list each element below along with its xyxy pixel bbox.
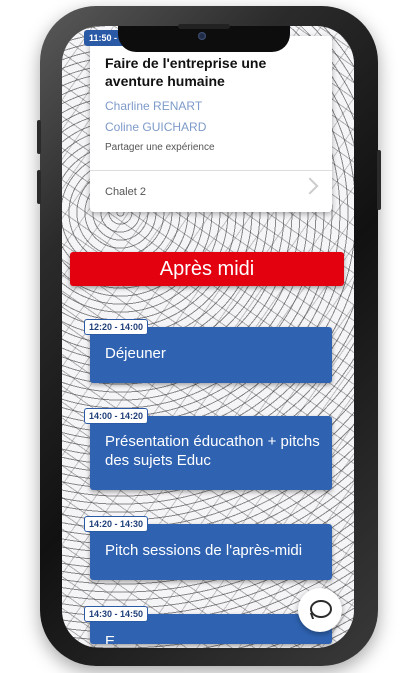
agenda-item-title: Présentation éducathon + pitchs des suje… — [105, 433, 320, 469]
time-tag: 12:20 - 14:00 — [84, 319, 149, 335]
agenda-item-title: Pitch sessions de l'après-midi — [105, 542, 303, 559]
agenda-item[interactable]: Pitch sessions de l'après-midi — [90, 524, 332, 580]
session-type: Partager une expérience — [105, 142, 215, 153]
camera-icon — [198, 32, 206, 40]
agenda-item[interactable]: Déjeuner — [90, 327, 332, 383]
time-tag: 14:00 - 14:20 — [84, 408, 149, 424]
time-tag: 14:20 - 14:30 — [84, 516, 149, 532]
phone-notch — [118, 24, 290, 52]
speaker-name[interactable]: Coline GUICHARD — [105, 120, 206, 134]
session-card[interactable]: Faire de l'entreprise une aventure humai… — [90, 36, 332, 212]
agenda-item-title: Déjeuner — [105, 345, 166, 362]
chat-bubble-tail — [309, 613, 321, 619]
time-tag: 14:30 - 14:50 — [84, 606, 149, 622]
session-room: Chalet 2 — [105, 186, 146, 198]
session-title: Faire de l'entreprise une aventure humai… — [105, 55, 267, 89]
phone-power-button — [377, 150, 381, 210]
card-divider — [90, 170, 332, 171]
earpiece — [178, 24, 230, 29]
phone-side-button — [37, 170, 41, 204]
speaker-name[interactable]: Charline RENART — [105, 99, 202, 113]
agenda-item[interactable]: Présentation éducathon + pitchs des suje… — [90, 416, 332, 490]
agenda-item-title: E — [105, 633, 116, 644]
phone-side-button — [37, 120, 41, 154]
chevron-right-icon[interactable] — [301, 177, 319, 195]
chat-button[interactable] — [298, 588, 342, 632]
section-header: Après midi — [70, 252, 344, 286]
